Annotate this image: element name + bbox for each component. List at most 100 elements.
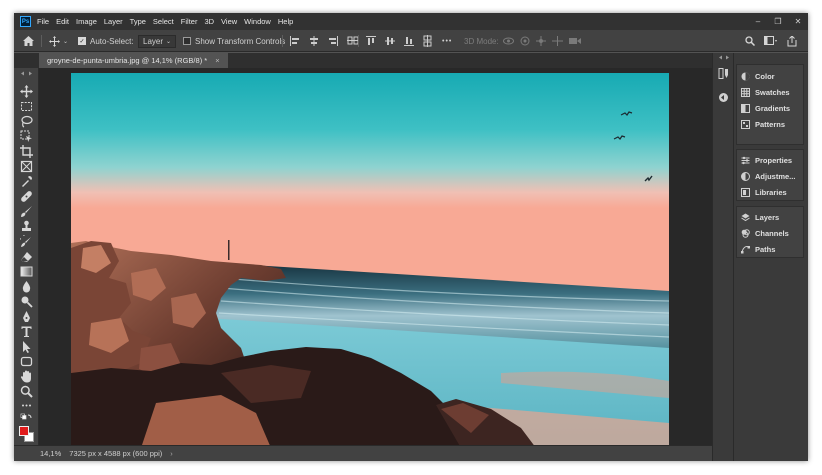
zoom-tool-icon[interactable] [20, 385, 33, 398]
menu-layer[interactable]: Layer [104, 17, 123, 26]
workspace-icon[interactable] [764, 36, 778, 46]
app-logo: Ps [20, 16, 31, 27]
document-tab-bar: groyne-de-punta-umbria.jpg @ 14,1% (RGB/… [14, 53, 712, 68]
more-options-label: ••• [442, 37, 453, 45]
menu-window[interactable]: Window [244, 17, 271, 26]
align-right-icon[interactable] [328, 36, 338, 46]
default-colors-icon[interactable] [20, 413, 33, 426]
dodge-tool-icon[interactable] [20, 295, 33, 308]
share-icon[interactable] [787, 35, 797, 47]
layer-dropdown[interactable]: Layer ⌄ [138, 34, 177, 48]
frame-tool-icon[interactable] [20, 160, 33, 173]
document-tab[interactable]: groyne-de-punta-umbria.jpg @ 14,1% (RGB/… [39, 53, 228, 68]
menu-help[interactable]: Help [278, 17, 293, 26]
transform-controls-label: Show Transform Controls [195, 36, 286, 46]
status-bar: 14,1% 7325 px x 4588 px (600 ppi) › [14, 445, 712, 461]
status-menu-arrow-icon[interactable]: › [170, 449, 173, 458]
align-buttons [290, 30, 359, 52]
more-options-button[interactable]: ••• [442, 30, 452, 52]
menu-image[interactable]: Image [76, 17, 97, 26]
channels-panel-tab[interactable]: Channels [741, 226, 789, 240]
transform-controls-option[interactable]: Show Transform Controls [183, 30, 285, 52]
close-button[interactable]: ✕ [794, 17, 802, 26]
move-tool-preset[interactable]: ⌄ [49, 30, 68, 52]
transform-controls-checkbox[interactable] [183, 37, 191, 45]
patterns-panel-tab[interactable]: Patterns [741, 117, 785, 131]
panel-collapse-icon[interactable] [718, 55, 730, 60]
adjustments-icon [741, 171, 750, 181]
paths-panel-tab[interactable]: Paths [741, 242, 775, 256]
properties-panel-tab[interactable]: Properties [741, 153, 792, 167]
zoom-level[interactable]: 14,1% [40, 449, 61, 458]
brush-tool-icon[interactable] [20, 205, 33, 218]
chevron-down-icon: ⌄ [166, 38, 172, 45]
align-middle-icon[interactable] [385, 36, 395, 46]
slide-3d-icon[interactable] [552, 36, 563, 46]
document-tab-title: groyne-de-punta-umbria.jpg @ 14,1% (RGB/… [47, 56, 208, 65]
libraries-panel-tab[interactable]: Libraries [741, 185, 787, 199]
brushes-panel-icon[interactable] [718, 68, 729, 79]
object-select-tool-icon[interactable] [20, 130, 33, 143]
adjustments-panel-tab[interactable]: Adjustme... [741, 169, 795, 183]
pen-tool-icon[interactable] [20, 310, 33, 323]
lasso-tool-icon[interactable] [20, 115, 33, 128]
menu-file[interactable]: File [37, 17, 49, 26]
swatches-panel-tab[interactable]: Swatches [741, 85, 790, 99]
properties-panel-group: Properties Adjustme... Libraries [736, 149, 804, 201]
healing-tool-icon[interactable] [20, 190, 33, 203]
layers-icon [741, 213, 750, 221]
align-center-icon[interactable] [309, 36, 319, 46]
menu-type[interactable]: Type [130, 17, 146, 26]
home-button[interactable] [23, 30, 34, 52]
hand-tool-icon[interactable] [20, 370, 33, 383]
window-controls: – ❐ ✕ [754, 13, 802, 30]
menu-filter[interactable]: Filter [181, 17, 198, 26]
close-tab-icon[interactable]: × [215, 56, 219, 65]
patterns-icon [741, 119, 750, 129]
shape-tool-icon[interactable] [20, 355, 33, 368]
history-panel-icon[interactable] [718, 92, 729, 103]
panels-dock: Color Swatches Gradients Patterns Proper… [734, 53, 808, 461]
history-brush-tool-icon[interactable] [20, 235, 33, 248]
auto-select-option[interactable]: ✓ Auto-Select: [78, 30, 134, 52]
drag-3d-icon[interactable] [536, 36, 546, 46]
align-bottom-icon[interactable] [404, 36, 414, 46]
auto-select-checkbox[interactable]: ✓ [78, 37, 86, 45]
restore-button[interactable]: ❐ [774, 17, 782, 26]
menu-bar: Ps File Edit Image Layer Type Select Fil… [14, 13, 808, 30]
clone-stamp-tool-icon[interactable] [20, 220, 33, 233]
minimize-button[interactable]: – [754, 17, 762, 26]
search-icon[interactable] [745, 36, 755, 46]
document-image[interactable] [71, 73, 669, 448]
menu-view[interactable]: View [221, 17, 237, 26]
menu-edit[interactable]: Edit [56, 17, 69, 26]
camera-3d-icon[interactable] [569, 36, 581, 46]
document-info: 7325 px x 4588 px (600 ppi) [69, 449, 163, 458]
blur-tool-icon[interactable] [20, 280, 33, 293]
gradient-tool-icon[interactable] [20, 265, 33, 278]
eyedropper-tool-icon[interactable] [20, 175, 33, 188]
path-select-tool-icon[interactable] [20, 340, 33, 353]
color-icon [741, 72, 750, 80]
menu-3d[interactable]: 3D [204, 17, 214, 26]
align-top-icon[interactable] [366, 36, 376, 46]
color-panel-tab[interactable]: Color [741, 69, 775, 83]
toolbox [14, 68, 39, 445]
eraser-tool-icon[interactable] [20, 250, 33, 263]
move-tool-icon[interactable] [20, 85, 33, 98]
more-tools-icon[interactable] [20, 399, 33, 412]
toolbox-collapse-icon[interactable] [20, 67, 33, 80]
roll-3d-icon[interactable] [520, 36, 530, 46]
gradients-panel-tab[interactable]: Gradients [741, 101, 790, 115]
align-left-icon[interactable] [290, 36, 300, 46]
crop-tool-icon[interactable] [20, 145, 33, 158]
canvas-area[interactable] [39, 68, 712, 448]
foreground-color-swatch[interactable] [19, 426, 29, 436]
marquee-tool-icon[interactable] [20, 100, 33, 113]
type-tool-icon[interactable] [20, 325, 33, 338]
layer-dropdown-value: Layer [143, 36, 164, 46]
distribute-vertical-icon[interactable] [423, 35, 433, 47]
orbit-3d-icon[interactable] [503, 36, 514, 46]
layers-panel-tab[interactable]: Layers [741, 210, 779, 224]
menu-select[interactable]: Select [153, 17, 174, 26]
